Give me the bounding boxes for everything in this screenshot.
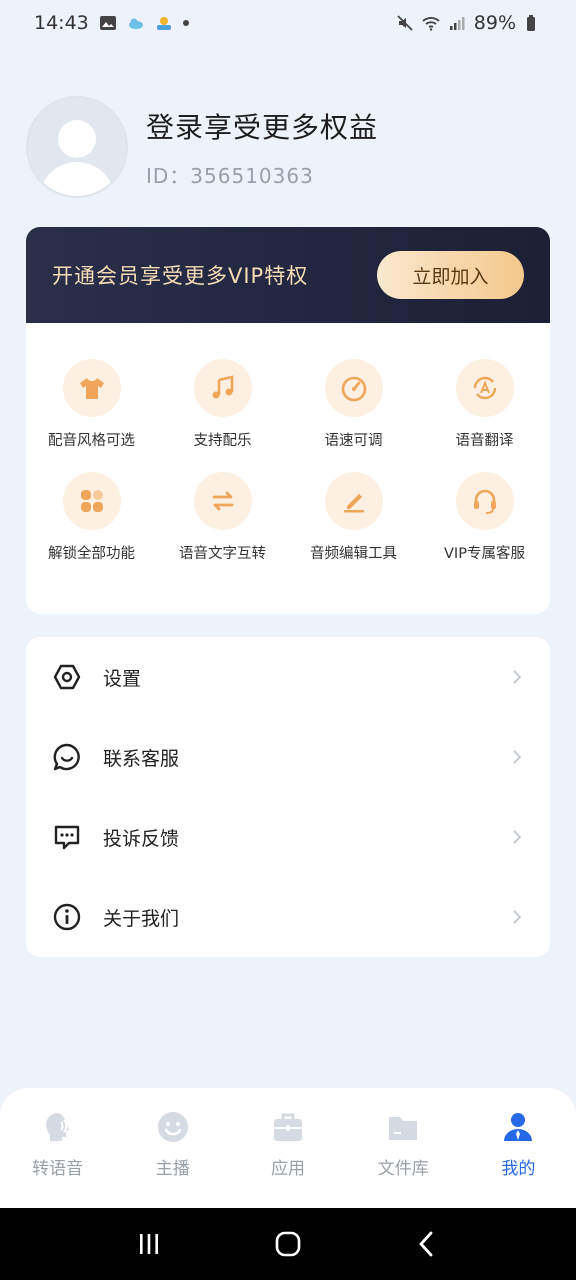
back-icon[interactable] xyxy=(412,1229,442,1259)
gallery-icon xyxy=(99,16,116,30)
system-nav-bar xyxy=(0,1208,576,1280)
wifi-icon xyxy=(422,17,440,31)
grid-icon xyxy=(80,490,103,512)
speedometer-icon xyxy=(341,376,366,402)
chevron-right-icon xyxy=(513,750,522,764)
feature-voice-text[interactable]: 语音文字互转 xyxy=(157,472,288,563)
vip-banner-text: 开通会员享受更多VIP特权 xyxy=(52,264,309,288)
feature-dubbing-style[interactable]: 配音风格可选 xyxy=(26,359,157,450)
bottom-nav: 转语音 主播 应用 文件库 我的 xyxy=(0,1088,576,1208)
chevron-right-icon xyxy=(513,670,522,684)
notification-dot xyxy=(182,20,189,26)
headset-icon xyxy=(473,489,496,514)
battery-icon xyxy=(527,15,535,31)
briefcase-icon xyxy=(274,1113,302,1141)
tshirt-icon xyxy=(79,378,104,399)
avatar[interactable] xyxy=(26,96,128,198)
swap-icon xyxy=(212,491,233,511)
feature-translate[interactable]: 语音翻译 xyxy=(419,359,550,450)
menu-item-feedback[interactable]: 投诉反馈 xyxy=(26,797,550,877)
nav-tab-file-library[interactable]: 文件库 xyxy=(346,1110,461,1208)
info-icon xyxy=(53,903,81,931)
voice-head-icon xyxy=(45,1113,69,1141)
person-icon xyxy=(504,1113,533,1141)
nav-tab-text-to-speech[interactable]: 转语音 xyxy=(0,1110,115,1208)
home-icon[interactable] xyxy=(273,1229,303,1259)
signal-icon xyxy=(449,17,465,30)
folder-icon xyxy=(389,1117,418,1140)
menu-item-contact-service[interactable]: 联系客服 xyxy=(26,717,550,797)
weather-cloud-icon xyxy=(128,18,143,29)
profile-header[interactable]: 登录享受更多权益 ID：356510363 xyxy=(26,96,378,198)
chevron-right-icon xyxy=(513,910,522,924)
feedback-icon xyxy=(54,825,80,850)
music-note-icon xyxy=(212,375,233,399)
nav-tab-mine[interactable]: 我的 xyxy=(461,1110,576,1208)
feature-vip-service[interactable]: VIP专属客服 xyxy=(419,472,550,563)
battery-percent: 89% xyxy=(473,12,516,34)
user-id: ID：356510363 xyxy=(146,163,314,188)
settings-menu: 设置 联系客服 投诉反馈 关于我们 xyxy=(26,637,550,957)
translate-icon xyxy=(473,376,496,400)
menu-item-about-us[interactable]: 关于我们 xyxy=(26,877,550,957)
feature-speed[interactable]: 语速可调 xyxy=(288,359,419,450)
pencil-icon xyxy=(343,494,364,513)
recent-apps-icon[interactable] xyxy=(134,1229,164,1259)
status-time: 14:43 xyxy=(34,12,89,34)
vip-card: 开通会员享受更多VIP特权 立即加入 配音风格可选 支持配乐 语速可调 语音翻译… xyxy=(26,227,550,614)
join-vip-button[interactable]: 立即加入 xyxy=(377,251,524,299)
feature-audio-edit[interactable]: 音频编辑工具 xyxy=(288,472,419,563)
settings-hexagon-icon xyxy=(53,664,81,690)
mute-icon xyxy=(397,15,413,31)
weather-sun-icon xyxy=(156,17,171,30)
nav-tab-anchor[interactable]: 主播 xyxy=(115,1110,230,1208)
smiley-icon xyxy=(157,1112,188,1142)
chat-bubble-icon xyxy=(53,743,80,771)
vip-features-grid: 配音风格可选 支持配乐 语速可调 语音翻译 解锁全部功能 语音文字互转 音频编辑… xyxy=(26,323,550,563)
feature-unlock-all[interactable]: 解锁全部功能 xyxy=(26,472,157,563)
feature-music[interactable]: 支持配乐 xyxy=(157,359,288,450)
login-prompt[interactable]: 登录享受更多权益 xyxy=(146,106,378,146)
nav-tab-apps[interactable]: 应用 xyxy=(230,1110,345,1208)
status-bar: 14:43 89% xyxy=(0,0,576,46)
chevron-right-icon xyxy=(513,830,522,844)
menu-item-settings[interactable]: 设置 xyxy=(26,637,550,717)
vip-banner: 开通会员享受更多VIP特权 立即加入 xyxy=(26,227,550,323)
